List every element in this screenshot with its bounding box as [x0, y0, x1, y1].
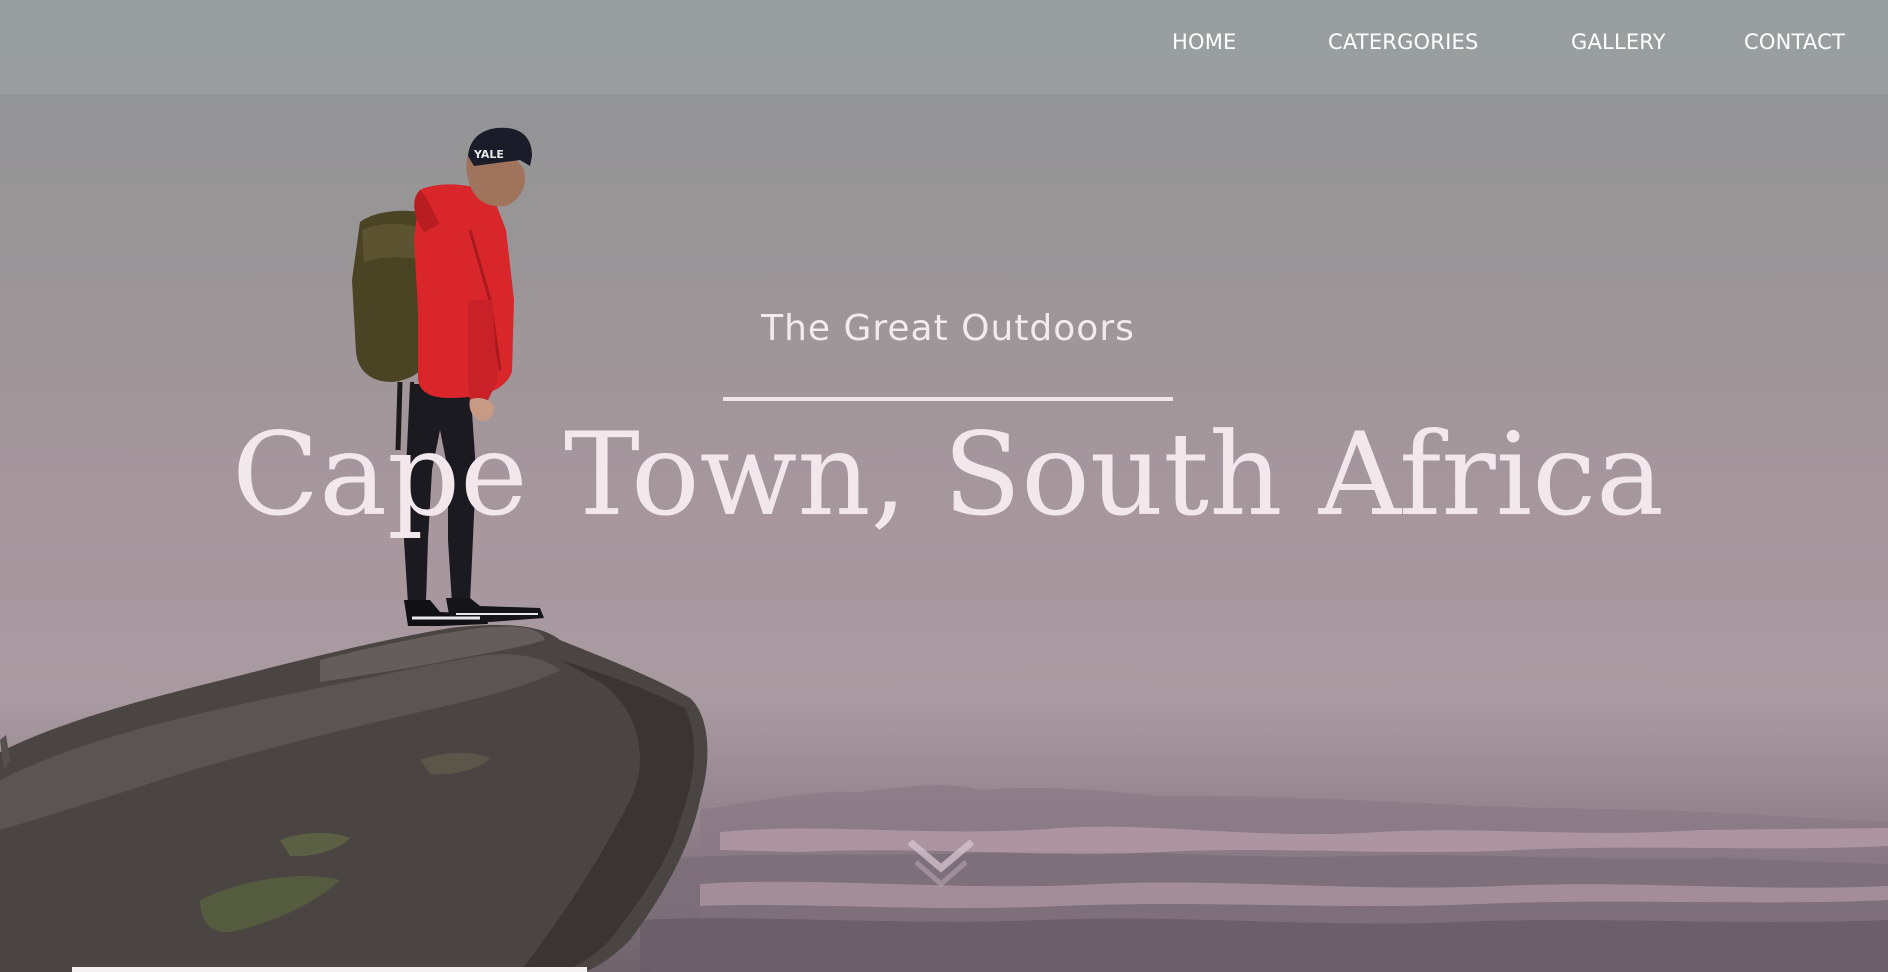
main-nav: HOME CATERGORIES GALLERY CONTACT — [0, 30, 1888, 60]
chevron-down-icon[interactable] — [906, 838, 976, 894]
nav-link-home[interactable]: HOME — [1172, 30, 1237, 54]
hero-section: YALE HOME CATERGORIES GALLERY CONTACT Th… — [0, 0, 1888, 972]
nav-link-gallery[interactable]: GALLERY — [1571, 30, 1666, 54]
svg-text:YALE: YALE — [473, 148, 504, 161]
hero-headline: Cape Town, South Africa — [231, 408, 1665, 541]
scroll-progress-strip — [72, 967, 587, 972]
hero-subtitle: The Great Outdoors — [761, 308, 1135, 349]
nav-link-categories[interactable]: CATERGORIES — [1328, 30, 1478, 54]
nav-link-contact[interactable]: CONTACT — [1744, 30, 1845, 54]
top-navigation-bar: HOME CATERGORIES GALLERY CONTACT — [0, 0, 1888, 94]
